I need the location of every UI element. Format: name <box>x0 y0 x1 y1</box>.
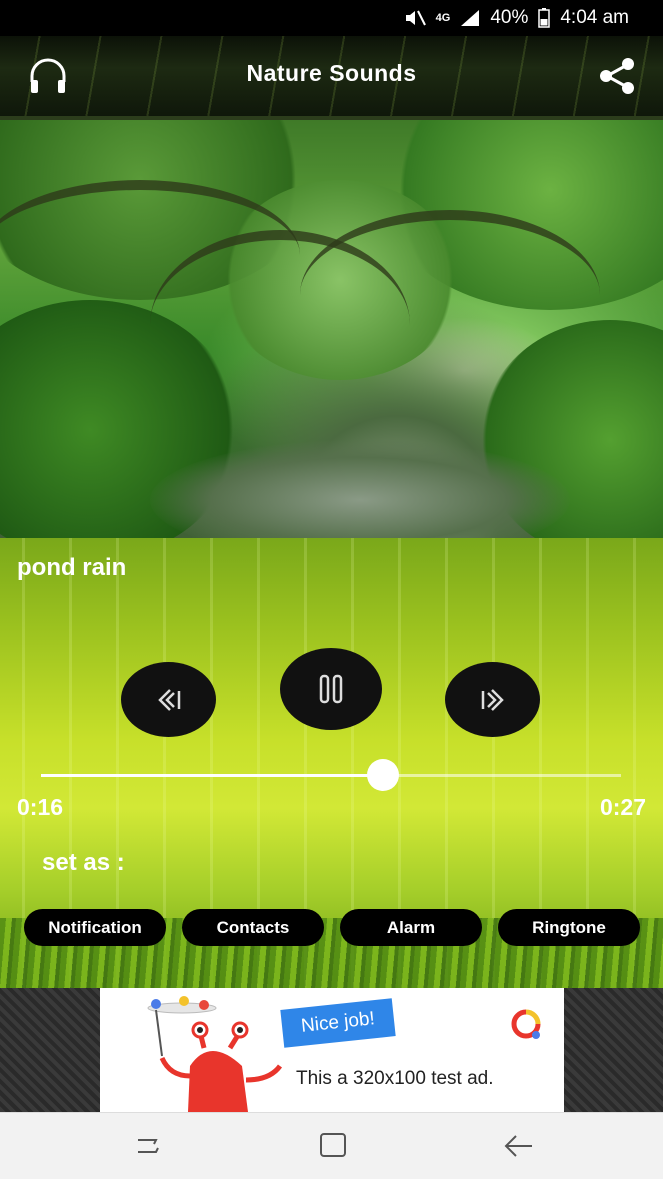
network-type: 4G <box>435 12 451 24</box>
system-nav-bar <box>0 1112 663 1179</box>
notification-button[interactable]: Notification <box>24 909 166 946</box>
ringtone-button[interactable]: Ringtone <box>498 909 640 946</box>
pause-icon <box>319 674 343 704</box>
pause-button[interactable] <box>280 648 382 730</box>
contacts-button[interactable]: Contacts <box>182 909 324 946</box>
ad-text: This a 320x100 test ad. <box>296 1068 494 1089</box>
battery-icon <box>538 8 551 28</box>
app-title: Nature Sounds <box>246 60 417 86</box>
player-panel: pond rain 0:16 0:27 set as : Notificatio… <box>0 538 663 988</box>
status-bar: 4G 40% 4:04 am <box>0 0 663 36</box>
signal-icon <box>460 9 480 27</box>
total-time: 0:27 <box>599 794 646 820</box>
next-icon <box>481 688 504 711</box>
recents-button[interactable] <box>130 1130 166 1162</box>
ad-logo-icon <box>511 1009 541 1039</box>
monster-illustration <box>147 996 283 1112</box>
status-time: 4:04 am <box>560 7 629 28</box>
app-bar: Nature Sounds <box>0 36 663 120</box>
seek-bar[interactable] <box>41 759 621 791</box>
track-title: pond rain <box>17 554 127 581</box>
seek-thumb[interactable] <box>367 759 400 791</box>
next-button[interactable] <box>445 662 540 737</box>
home-icon <box>320 1133 346 1157</box>
previous-icon <box>157 688 180 711</box>
alarm-button[interactable]: Alarm <box>340 909 482 946</box>
set-as-options: Notification Contacts Alarm Ringtone <box>24 909 640 946</box>
ad-container: Nice job! This a 320x100 test ad. <box>0 988 663 1112</box>
share-icon <box>600 58 634 94</box>
test-ad[interactable]: Nice job! This a 320x100 test ad. <box>100 988 564 1112</box>
current-time: 0:16 <box>17 794 64 820</box>
mute-icon <box>404 8 426 28</box>
back-arrow-icon <box>504 1135 532 1157</box>
share-button[interactable] <box>595 54 639 98</box>
seek-progress <box>41 774 384 777</box>
set-as-label: set as : <box>42 849 125 876</box>
ad-banner: Nice job! <box>280 998 396 1048</box>
nature-image <box>0 120 663 538</box>
back-button[interactable] <box>500 1130 536 1162</box>
previous-button[interactable] <box>121 662 216 737</box>
home-button[interactable] <box>315 1130 351 1162</box>
battery-percent: 40% <box>490 7 529 28</box>
recents-icon <box>138 1139 159 1153</box>
